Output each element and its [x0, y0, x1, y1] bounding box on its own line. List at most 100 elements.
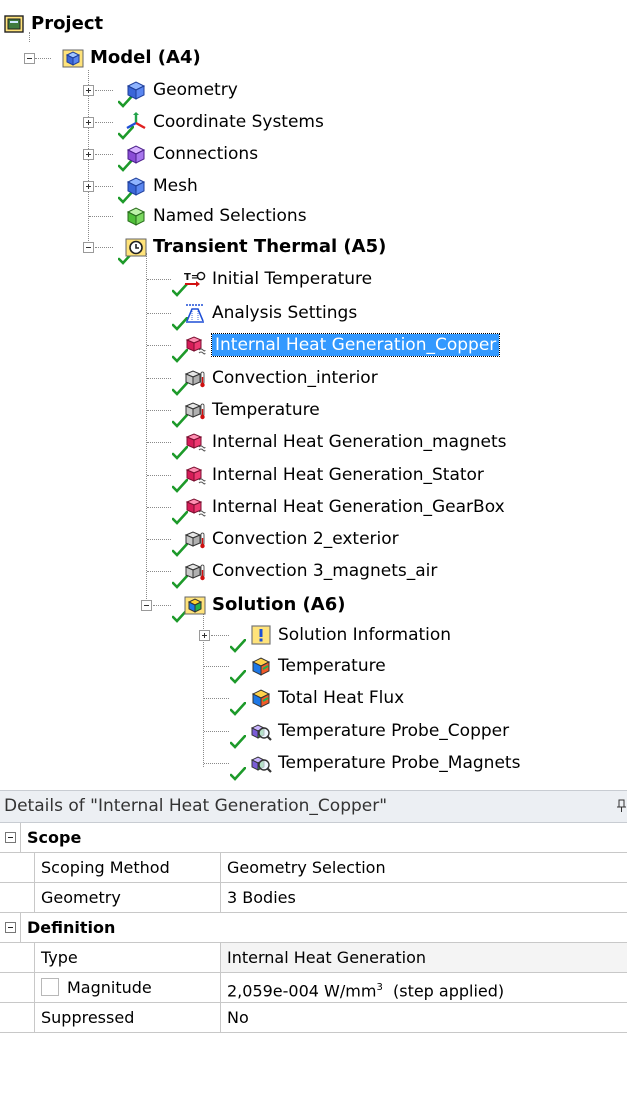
- tree-line: [95, 247, 113, 248]
- row-indent: [0, 883, 35, 913]
- tree-node-convection-3-magnets-air[interactable]: Convection 3_magnets_air: [184, 557, 437, 585]
- expand-toggle-mesh[interactable]: [83, 181, 94, 192]
- tree-node-label: Temperature: [212, 400, 320, 420]
- tree-node-transient-thermal[interactable]: Transient Thermal (A5): [125, 233, 386, 261]
- tree-node-label: Connections: [153, 144, 259, 164]
- property-value: Internal Heat Generation: [221, 943, 627, 973]
- tree-node-label: Internal Heat Generation_magnets: [212, 432, 507, 452]
- geometry-icon: [125, 79, 147, 101]
- tree-node-coordinate-systems[interactable]: Coordinate Systems: [125, 108, 324, 136]
- expand-toggle-coordinate-systems[interactable]: [83, 117, 94, 128]
- property-row-scoping-method[interactable]: Scoping Method Geometry Selection: [0, 853, 627, 883]
- property-value-magnitude[interactable]: 2,059e-004 W/mm3 (step applied): [221, 973, 627, 1003]
- property-row-suppressed[interactable]: Suppressed No: [0, 1003, 627, 1033]
- property-value[interactable]: 3 Bodies: [221, 883, 627, 913]
- tree-node-label: Internal Heat Generation_Copper: [210, 333, 501, 357]
- tree-line: [89, 216, 113, 217]
- row-indent: [0, 1003, 35, 1033]
- tree-node-convection-2-exterior[interactable]: Convection 2_exterior: [184, 525, 399, 553]
- internal-heat-generation-icon: [184, 496, 206, 518]
- tree-node-geometry[interactable]: Geometry: [125, 76, 238, 104]
- row-indent: [0, 853, 35, 883]
- tree-node-named-selections[interactable]: Named Selections: [125, 202, 307, 230]
- check-icon: [230, 767, 246, 781]
- collapse-toggle-transient-thermal[interactable]: [83, 242, 94, 253]
- tree-node-label: Geometry: [153, 80, 238, 100]
- tree-node-label: Convection_interior: [212, 368, 378, 388]
- check-icon: [230, 735, 246, 749]
- tree-node-label: Named Selections: [153, 206, 307, 226]
- internal-heat-generation-icon: [184, 464, 206, 486]
- tree-line: [211, 635, 229, 636]
- tree-node-total-heat-flux[interactable]: Total Heat Flux: [250, 684, 404, 712]
- internal-heat-generation-icon: [184, 431, 206, 453]
- coordinate-systems-icon: [125, 111, 147, 133]
- analysis-settings-icon: [184, 302, 206, 324]
- collapse-toggle-definition[interactable]: [0, 913, 21, 943]
- tree-line: [35, 58, 51, 59]
- row-indent: [0, 973, 35, 1003]
- collapse-toggle-scope[interactable]: [0, 823, 21, 853]
- property-row-type[interactable]: Type Internal Heat Generation: [0, 943, 627, 973]
- tree-line: [147, 313, 171, 314]
- convection-icon: [184, 560, 206, 582]
- tree-line: [147, 475, 171, 476]
- tree-node-probe-copper[interactable]: Temperature Probe_Copper: [250, 717, 509, 745]
- property-value[interactable]: No: [221, 1003, 627, 1033]
- tree-node-temperature-bc[interactable]: Temperature: [184, 396, 320, 424]
- group-row-definition[interactable]: Definition: [0, 913, 627, 943]
- tree-node-label: Coordinate Systems: [153, 112, 324, 132]
- tree-node-temperature-result[interactable]: Temperature: [250, 652, 386, 680]
- tree-node-label: Model (A4): [90, 47, 201, 68]
- tree-node-analysis-settings[interactable]: Analysis Settings: [184, 299, 357, 327]
- property-label: Suppressed: [35, 1003, 221, 1033]
- expand-toggle-geometry[interactable]: [83, 85, 94, 96]
- convection-icon: [184, 367, 206, 389]
- info-icon: [250, 624, 272, 646]
- collapse-toggle-solution[interactable]: [141, 600, 152, 611]
- tree-node-label: Temperature: [278, 656, 386, 676]
- pin-icon[interactable]: [616, 799, 627, 813]
- convection-icon: [184, 528, 206, 550]
- tree-node-label: Analysis Settings: [212, 303, 358, 323]
- tree-node-mesh[interactable]: Mesh: [125, 172, 198, 200]
- collapse-toggle-model[interactable]: [24, 53, 35, 64]
- tree-node-solution-information[interactable]: Solution Information: [250, 621, 451, 649]
- tree-node-convection-interior[interactable]: Convection_interior: [184, 364, 378, 392]
- tree-node-ihg-gearbox[interactable]: Internal Heat Generation_GearBox: [184, 493, 505, 521]
- expand-toggle-solution-information[interactable]: [199, 630, 210, 641]
- tree-node-label: Total Heat Flux: [278, 688, 405, 708]
- tree-node-label: Convection 2_exterior: [212, 529, 399, 549]
- tree-line: [147, 378, 171, 379]
- details-header: Details of "Internal Heat Generation_Cop…: [0, 790, 627, 823]
- tree-line: [95, 90, 113, 91]
- tree-node-probe-magnets[interactable]: Temperature Probe_Magnets: [250, 749, 520, 777]
- tree-node-connections[interactable]: Connections: [125, 140, 258, 168]
- tree-node-initial-temperature[interactable]: Initial Temperature: [184, 265, 372, 293]
- tree-node-solution[interactable]: Solution (A6): [184, 591, 345, 619]
- expand-toggle-connections[interactable]: [83, 149, 94, 160]
- property-label-cell: Magnitude: [35, 973, 221, 1003]
- tree-node-ihg-copper[interactable]: Internal Heat Generation_Copper: [184, 331, 501, 359]
- tree-node-ihg-stator[interactable]: Internal Heat Generation_Stator: [184, 461, 484, 489]
- solution-icon: [184, 594, 206, 616]
- tree-node-label: Internal Heat Generation_GearBox: [212, 497, 505, 517]
- property-row-magnitude[interactable]: Magnitude 2,059e-004 W/mm3 (step applied…: [0, 973, 627, 1003]
- tree-node-project[interactable]: Project: [3, 10, 103, 38]
- transient-thermal-icon: [125, 236, 147, 258]
- probe-icon: [250, 752, 272, 774]
- property-label: Magnitude: [67, 978, 152, 997]
- property-value[interactable]: Geometry Selection: [221, 853, 627, 883]
- tree-line: [153, 605, 171, 606]
- result-icon: [250, 655, 272, 677]
- parameter-checkbox[interactable]: [41, 978, 59, 996]
- tree-node-label: Convection 3_magnets_air: [212, 561, 438, 581]
- tree-line: [147, 507, 171, 508]
- project-icon: [3, 13, 25, 35]
- property-row-geometry[interactable]: Geometry 3 Bodies: [0, 883, 627, 913]
- tree-node-ihg-magnets[interactable]: Internal Heat Generation_magnets: [184, 428, 507, 456]
- magnitude-unit-exponent: 3: [376, 982, 383, 993]
- tree-node-model[interactable]: Model (A4): [62, 44, 201, 72]
- tree-line: [204, 731, 229, 732]
- group-row-scope[interactable]: Scope: [0, 823, 627, 853]
